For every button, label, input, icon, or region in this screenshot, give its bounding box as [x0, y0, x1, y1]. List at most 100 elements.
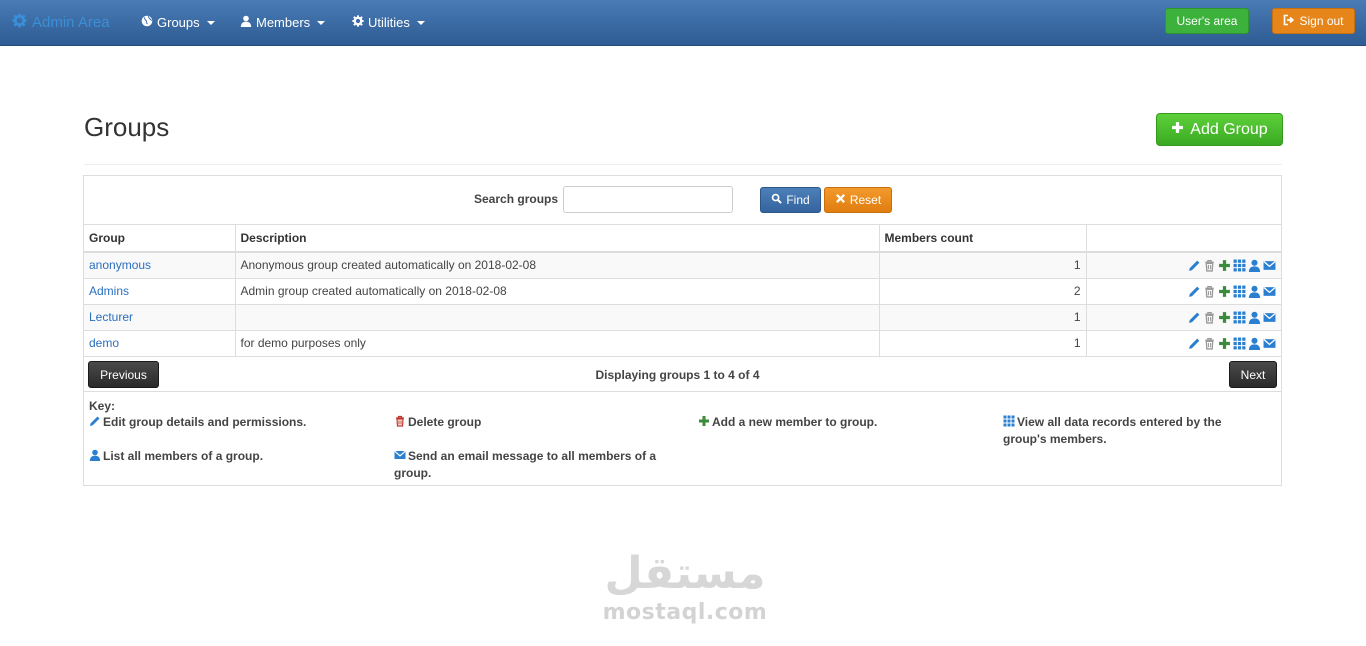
list-members-button[interactable]: [1248, 285, 1261, 299]
search-input[interactable]: [563, 186, 733, 213]
close-icon: [835, 193, 846, 207]
envelope-icon: [1263, 337, 1276, 350]
watermark-latin: mostaql.com: [602, 600, 768, 625]
add-member-button[interactable]: [1218, 285, 1231, 298]
delete-group-button[interactable]: [1203, 337, 1216, 350]
group-cell: demo: [84, 330, 236, 357]
envelope-icon: [1263, 259, 1276, 272]
column-header-group[interactable]: Group: [84, 225, 236, 253]
table-row: anonymous Anonymous group created automat…: [84, 252, 1281, 279]
grid-icon: [1233, 311, 1246, 324]
column-header-members-count[interactable]: Members count: [879, 225, 1087, 253]
description-cell: Admin group created automatically on 201…: [235, 278, 880, 305]
top-navbar: Admin Area Groups Members Utilities User…: [0, 0, 1366, 46]
group-link[interactable]: Admins: [89, 284, 129, 298]
add-group-label: Add Group: [1190, 120, 1268, 138]
envelope-icon: [1263, 285, 1276, 298]
nav-members-menu[interactable]: Members: [240, 15, 326, 30]
search-bar: Search groups Find Reset: [84, 176, 1281, 225]
actions-cell: [1086, 304, 1281, 331]
user-icon: [89, 449, 103, 463]
add-member-button[interactable]: [1218, 337, 1231, 350]
view-records-button[interactable]: [1233, 285, 1246, 298]
table-row: Admins Admin group created automatically …: [84, 278, 1281, 305]
trash-icon: [1203, 259, 1216, 272]
key-item-delete: Delete group: [394, 414, 684, 431]
next-button[interactable]: Next: [1229, 361, 1277, 388]
nav-groups-label: Groups: [157, 15, 200, 30]
user-icon: [1248, 285, 1261, 299]
cog-icon: [352, 15, 364, 30]
plus-icon: [1171, 121, 1184, 139]
add-member-button[interactable]: [1218, 311, 1231, 324]
table-row: demo for demo purposes only 1: [84, 330, 1281, 357]
description-cell: [235, 304, 880, 331]
edit-group-button[interactable]: [1188, 259, 1201, 272]
edit-group-button[interactable]: [1188, 311, 1201, 324]
table-row: Lecturer 1: [84, 304, 1281, 331]
list-members-button[interactable]: [1248, 337, 1261, 351]
table-header-row: Group Description Members count: [84, 225, 1281, 253]
icon-key: Key: Edit group details and permissions.…: [84, 393, 1281, 485]
key-item-edit: Edit group details and permissions.: [89, 414, 379, 431]
email-members-button[interactable]: [1263, 311, 1276, 324]
key-email-label: Send an email message to all members of …: [394, 449, 657, 480]
pagination-bar: Previous Displaying groups 1 to 4 of 4 N…: [84, 357, 1281, 392]
sign-out-button[interactable]: Sign out: [1272, 8, 1355, 34]
caret-down-icon: [206, 20, 215, 25]
envelope-icon: [1263, 311, 1276, 324]
delete-group-button[interactable]: [1203, 311, 1216, 324]
description-cell: for demo purposes only: [235, 330, 880, 357]
actions-cell: [1086, 252, 1281, 279]
add-member-button[interactable]: [1218, 259, 1231, 272]
members-count-cell: 1: [879, 304, 1087, 331]
group-cell: anonymous: [84, 252, 236, 279]
key-item-add-member: Add a new member to group.: [698, 414, 988, 431]
groups-panel: Search groups Find Reset Group Descripti…: [83, 175, 1282, 486]
trash-icon: [1203, 311, 1216, 324]
view-records-button[interactable]: [1233, 337, 1246, 350]
plus-icon: [1218, 337, 1231, 350]
email-members-button[interactable]: [1263, 259, 1276, 272]
nav-utilities-menu[interactable]: Utilities: [352, 15, 425, 30]
group-link[interactable]: demo: [89, 336, 119, 350]
search-label: Search groups: [474, 192, 559, 206]
delete-group-button[interactable]: [1203, 259, 1216, 272]
group-link[interactable]: Lecturer: [89, 310, 133, 324]
column-header-description[interactable]: Description: [235, 225, 880, 253]
delete-group-button[interactable]: [1203, 285, 1216, 298]
add-group-button[interactable]: Add Group: [1156, 113, 1283, 146]
list-members-button[interactable]: [1248, 311, 1261, 325]
email-members-button[interactable]: [1263, 285, 1276, 298]
reset-button[interactable]: Reset: [824, 187, 892, 213]
members-count-cell: 1: [879, 330, 1087, 357]
grid-icon: [1233, 259, 1246, 272]
pencil-icon: [1188, 285, 1201, 298]
groups-table: Group Description Members count anonymou…: [84, 225, 1281, 357]
user-icon: [1248, 311, 1261, 325]
plus-icon: [1218, 311, 1231, 324]
find-button[interactable]: Find: [760, 187, 821, 213]
nav-groups-menu[interactable]: Groups: [141, 15, 215, 30]
view-records-button[interactable]: [1233, 311, 1246, 324]
user-icon: [1248, 259, 1261, 273]
key-item-view-records: View all data records entered by the gro…: [1003, 414, 1263, 448]
nav-utilities-label: Utilities: [368, 15, 410, 30]
group-link[interactable]: anonymous: [89, 258, 151, 272]
view-records-button[interactable]: [1233, 259, 1246, 272]
users-area-button[interactable]: User's area: [1165, 8, 1249, 34]
search-icon: [771, 193, 783, 207]
actions-cell: [1086, 330, 1281, 357]
members-count-cell: 1: [879, 252, 1087, 279]
brand-link[interactable]: Admin Area: [12, 13, 110, 32]
email-members-button[interactable]: [1263, 337, 1276, 350]
globe-icon: [141, 15, 153, 30]
brand-label: Admin Area: [32, 14, 110, 31]
header-divider: [84, 164, 1282, 165]
edit-group-button[interactable]: [1188, 285, 1201, 298]
nav-members-label: Members: [256, 15, 311, 30]
key-add-member-label: Add a new member to group.: [712, 415, 878, 429]
edit-group-button[interactable]: [1188, 337, 1201, 350]
trash-icon: [1203, 337, 1216, 350]
list-members-button[interactable]: [1248, 259, 1261, 273]
